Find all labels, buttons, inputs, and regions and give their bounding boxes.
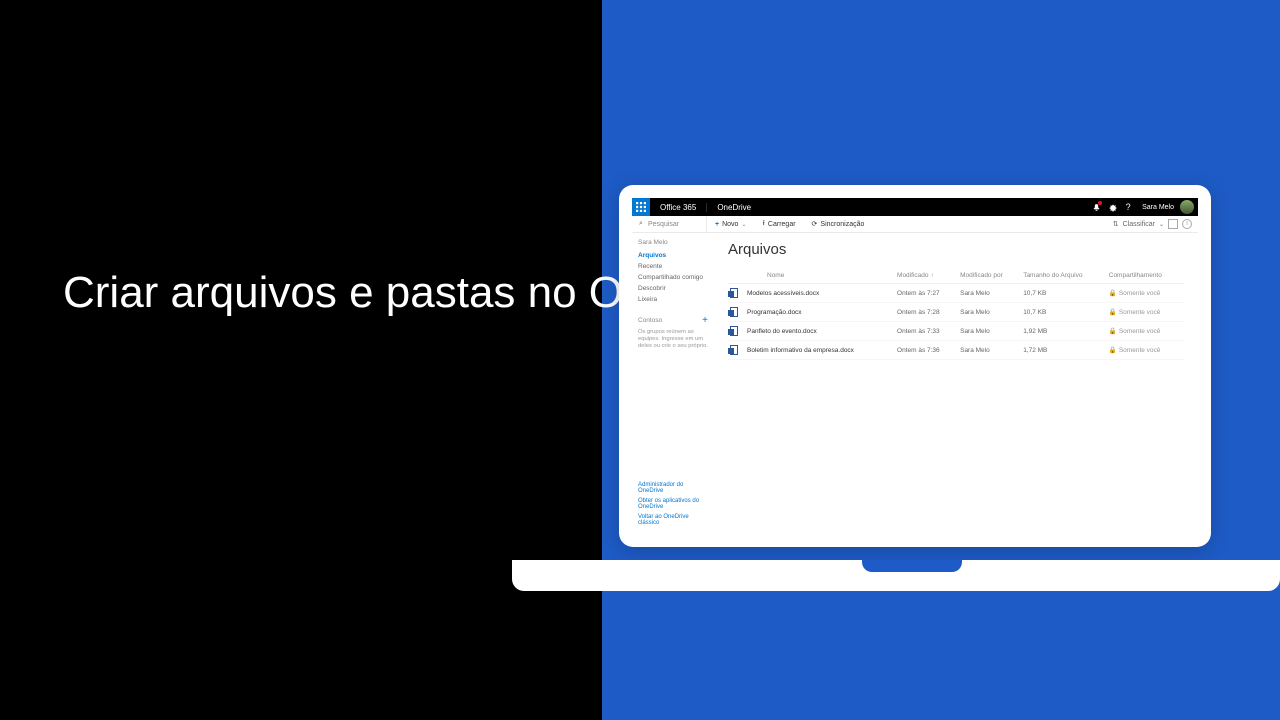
file-name[interactable]: Modelos acessíveis.docx [745,284,895,303]
sidebar-item-shared[interactable]: Compartilhado comigo [638,272,708,283]
file-name[interactable]: Programação.docx [745,303,895,322]
column-modified-by[interactable]: Modificado por [958,268,1021,284]
column-modified[interactable]: Modificado↑ [895,268,958,284]
word-file-icon [730,326,738,336]
file-sharing[interactable]: 🔒Somente você [1107,341,1184,360]
command-bar: ⌕ Pesquisar + Novo ⌄ ⭱ Carregar ⟳ Sincro… [632,216,1198,233]
slide-left-panel [0,0,602,720]
word-file-icon [730,307,738,317]
question-icon: ? [1126,202,1131,212]
app-name[interactable]: OneDrive [707,203,761,212]
sidebar-item-discover[interactable]: Descobrir [638,283,708,294]
sort-icon: ⇅ [1113,220,1119,228]
sidebar-owner: Sara Melo [638,239,708,246]
app-launcher-button[interactable] [632,198,650,216]
file-sharing[interactable]: 🔒Somente você [1107,322,1184,341]
lock-icon: 🔒 [1109,347,1117,354]
new-button[interactable]: + Novo ⌄ [707,221,754,228]
sidebar-item-recycle[interactable]: Lixeira [638,294,708,305]
lock-icon: 🔒 [1109,328,1117,335]
help-button[interactable]: ? [1120,198,1136,216]
user-name[interactable]: Sara Melo [1136,204,1180,211]
sync-label: Sincronização [820,221,864,228]
sidebar-groups-description: Os grupos reúnem as equipes. Ingresse em… [638,329,708,351]
file-name[interactable]: Boletim informativo da empresa.docx [745,341,895,360]
new-label: Novo [722,221,738,228]
column-name[interactable]: Nome [745,268,895,284]
sidebar-link-classic[interactable]: Voltar ao OneDrive clássico [638,512,708,528]
file-size: 10,7 KB [1021,284,1107,303]
file-modified: Ontem às 7:27 [895,284,958,303]
gear-icon [1108,203,1117,212]
file-table: Nome Modificado↑ Modificado por Tamanho … [728,268,1184,360]
add-group-button[interactable]: + [702,315,708,326]
table-row[interactable]: Modelos acessíveis.docxOntem às 7:27Sara… [728,284,1184,303]
word-file-icon [730,288,738,298]
upload-icon: ⭱ [762,219,764,230]
word-file-icon [730,345,738,355]
sidebar: Sara Melo Arquivos Recente Compartilhado… [632,233,714,534]
file-modified-by: Sara Melo [958,284,1021,303]
suite-brand[interactable]: Office 365 [650,203,707,212]
column-sharing[interactable]: Compartilhamento [1107,268,1184,284]
sidebar-item-recent[interactable]: Recente [638,261,708,272]
file-size: 1,72 MB [1021,341,1107,360]
upload-label: Carregar [768,221,796,228]
sort-ascending-icon: ↑ [930,273,933,279]
chevron-down-icon: ⌄ [741,221,746,228]
search-icon: ⌕ [636,220,646,228]
slide-right-panel-bottom [602,590,1280,720]
sidebar-item-files[interactable]: Arquivos [638,250,708,261]
sidebar-link-apps[interactable]: Obter os aplicativos do OneDrive [638,496,708,512]
sync-icon: ⟳ [812,220,818,228]
page-title: Arquivos [728,241,1184,258]
file-name[interactable]: Panfleto do evento.docx [745,322,895,341]
laptop-frame: Office 365 OneDrive ? Sara Melo ⌕ Pesqui… [619,185,1211,547]
settings-button[interactable] [1104,198,1120,216]
file-modified-by: Sara Melo [958,341,1021,360]
search-input[interactable]: Pesquisar [646,221,704,228]
column-modified-label: Modificado [897,272,928,279]
waffle-icon [636,202,646,212]
file-modified: Ontem às 7:28 [895,303,958,322]
sync-button[interactable]: ⟳ Sincronização [804,220,873,228]
table-row[interactable]: Programação.docxOntem às 7:28Sara Melo10… [728,303,1184,322]
bell-icon [1092,203,1101,212]
file-modified-by: Sara Melo [958,322,1021,341]
table-row[interactable]: Boletim informativo da empresa.docxOntem… [728,341,1184,360]
sidebar-link-admin[interactable]: Administrador do OneDrive [638,480,708,496]
laptop-notch [862,560,962,572]
sort-button[interactable]: Classificar [1123,221,1155,228]
file-size: 1,92 MB [1021,322,1107,341]
column-icon [728,268,745,284]
file-size: 10,7 KB [1021,303,1107,322]
main-content: Arquivos Nome Modificado↑ Modificado por [714,233,1198,534]
notifications-button[interactable] [1088,198,1104,216]
lock-icon: 🔒 [1109,309,1117,316]
column-size[interactable]: Tamanho do Arquivo [1021,268,1107,284]
file-modified-by: Sara Melo [958,303,1021,322]
lock-icon: 🔒 [1109,290,1117,297]
details-pane-button[interactable]: i [1182,219,1192,229]
onedrive-screen: Office 365 OneDrive ? Sara Melo ⌕ Pesqui… [632,198,1198,534]
column-name-label: Nome [767,272,784,279]
table-row[interactable]: Panfleto do evento.docxOntem às 7:33Sara… [728,322,1184,341]
file-sharing[interactable]: 🔒Somente você [1107,303,1184,322]
table-header-row: Nome Modificado↑ Modificado por Tamanho … [728,268,1184,284]
chevron-down-icon: ⌄ [1159,221,1164,228]
avatar[interactable] [1180,200,1194,214]
sidebar-groups-header: Contoso [638,317,662,324]
file-modified: Ontem às 7:33 [895,322,958,341]
plus-icon: + [715,221,719,228]
file-sharing[interactable]: 🔒Somente você [1107,284,1184,303]
file-modified: Ontem às 7:36 [895,341,958,360]
suite-header: Office 365 OneDrive ? Sara Melo [632,198,1198,216]
upload-button[interactable]: ⭱ Carregar [754,219,803,230]
view-toggle-button[interactable] [1168,219,1178,229]
